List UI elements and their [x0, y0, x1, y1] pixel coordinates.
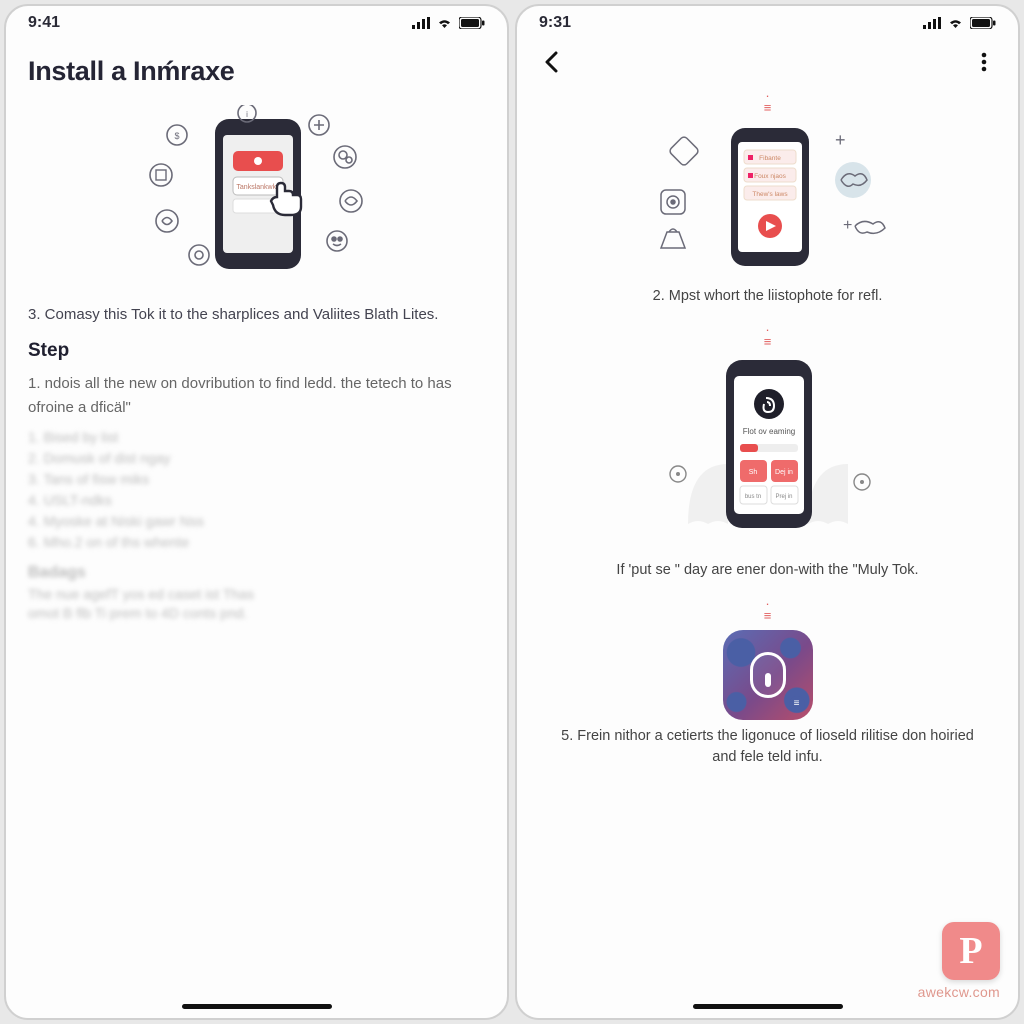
svg-text:Prej in: Prej in: [775, 494, 792, 500]
section-mid: ·≡ Flot ov eaming: [539, 324, 996, 582]
blurred-list: 1. Bised by list 2. Domusk of dist ngay …: [28, 429, 485, 550]
step-intro: 1. ndois all the new on dovribution to f…: [28, 372, 485, 419]
caption-5: 5. Frein nithor a cetierts the ligonuce …: [539, 726, 996, 770]
blur-item: 3. Tans of fisw miks: [28, 471, 485, 487]
battery-icon: [459, 17, 485, 29]
back-button[interactable]: [535, 46, 567, 78]
app-icon: ≡: [723, 630, 813, 720]
step-3-text: 3. Comasy this Tok it to the sharplices …: [28, 303, 485, 326]
status-icons: [412, 17, 485, 29]
divider-icon: ·≡: [764, 90, 772, 114]
blur-item: 2. Domusk of dist ngay: [28, 450, 485, 466]
phone-label: Flot ov eaming: [742, 427, 794, 436]
svg-text:i: i: [246, 110, 248, 119]
blur-line: omot B flb Ti prem to 4D conts pnd.: [28, 605, 485, 621]
phone-left: 9:41 Install a Inḿraxe: [4, 4, 509, 1020]
svg-text:+: +: [843, 217, 852, 234]
content-left: Install a Inḿraxe Tankslankwks: [6, 40, 507, 1018]
svg-text:$: $: [174, 131, 179, 141]
blur-line: The nue agefT yos ed caset ist Thas: [28, 586, 485, 602]
blurred-paragraph: The nue agefT yos ed caset ist Thas omot…: [28, 586, 485, 621]
p-badge: P: [942, 922, 1000, 980]
svg-text:Dej in: Dej in: [775, 469, 793, 476]
status-time: 9:41: [28, 14, 60, 32]
blur-item: 1. Bised by list: [28, 429, 485, 445]
blur-item: 6. Mho.2 on of ths whente: [28, 534, 485, 550]
illustration-phone-tap: Tankslankwks $ i: [28, 105, 485, 285]
divider-icon: ·≡: [764, 324, 772, 348]
svg-text:Fibante: Fibante: [759, 155, 781, 162]
section-2: ·≡ Fibante Foux njaos Thew's laws: [539, 90, 996, 308]
signal-icon: [923, 17, 941, 29]
illustration-phone-app: Flot ov eaming Sh Dej in bus tn Prej in: [539, 354, 996, 554]
home-indicator[interactable]: [182, 1004, 332, 1009]
chevron-left-icon: [544, 51, 558, 73]
badge-icon: ≡: [789, 696, 805, 712]
more-vertical-icon: [981, 52, 987, 72]
signal-icon: [412, 17, 430, 29]
divider-icon: ·≡: [764, 598, 772, 622]
blurred-heading: Badags: [28, 564, 485, 582]
home-indicator[interactable]: [693, 1004, 843, 1009]
section-5: ·≡ ≡ 5. Frein nithor a cetierts the ligo…: [539, 598, 996, 770]
illustration-phone-list: Fibante Foux njaos Thew's laws + +: [539, 120, 996, 280]
key-icon: [750, 652, 786, 698]
blur-item: 4. Myoske at Niski gawr Nss: [28, 513, 485, 529]
svg-text:Thew's laws: Thew's laws: [752, 191, 788, 198]
page-title: Install a Inḿraxe: [28, 56, 485, 87]
blur-item: 4. USLT-ndks: [28, 492, 485, 508]
status-bar: 9:31: [517, 6, 1018, 40]
phone-right: 9:31 ·≡: [515, 4, 1020, 1020]
wifi-icon: [947, 17, 964, 29]
content-right: ·≡ Fibante Foux njaos Thew's laws: [517, 84, 1018, 1018]
nav-bar: [517, 40, 1018, 84]
caption-2: 2. Mpst whort the liistophote for refl.: [539, 286, 996, 308]
caption-mid: If 'put se " day are ener don-with the "…: [539, 560, 996, 582]
svg-text:bus tn: bus tn: [744, 494, 760, 500]
status-bar: 9:41: [6, 6, 507, 40]
step-heading: Step: [28, 340, 485, 362]
svg-text:+: +: [835, 130, 846, 150]
svg-text:Sh: Sh: [748, 469, 757, 476]
watermark: awekcw.com: [918, 984, 1000, 1000]
wifi-icon: [436, 17, 453, 29]
more-button[interactable]: [968, 46, 1000, 78]
battery-icon: [970, 17, 996, 29]
status-icons: [923, 17, 996, 29]
status-time: 9:31: [539, 14, 571, 32]
svg-text:Tankslankwks: Tankslankwks: [236, 184, 280, 191]
svg-text:Foux njaos: Foux njaos: [754, 173, 787, 180]
